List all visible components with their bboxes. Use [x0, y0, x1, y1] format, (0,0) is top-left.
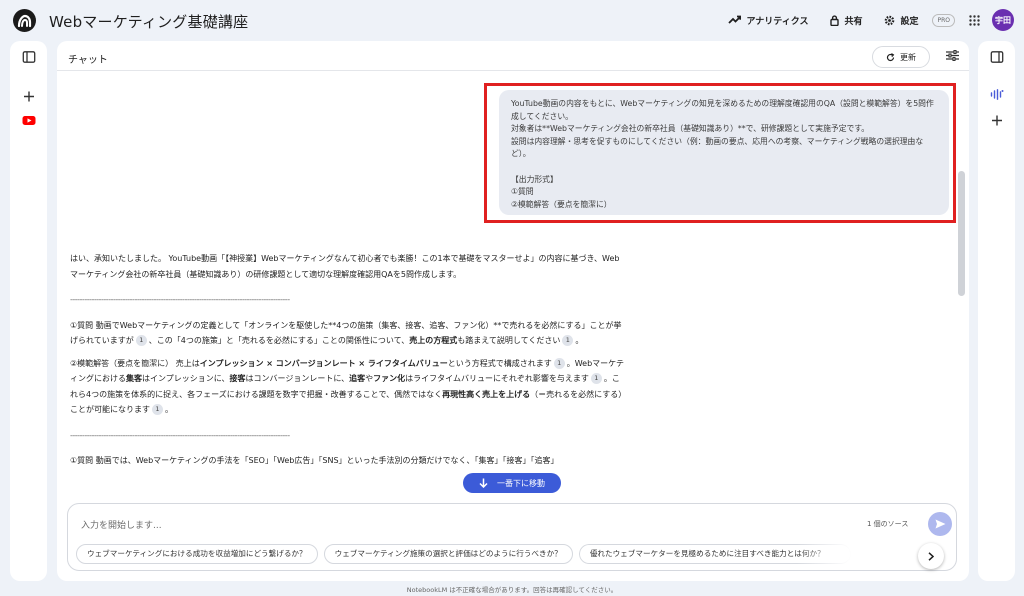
q1-text: 、この「4つの施策」と「売れるを必然にする」ことの関係性について、: [148, 336, 410, 345]
a1-bold: 集客: [126, 374, 142, 383]
trending-up-icon: [728, 15, 742, 24]
answer-intro: はい、承知いたしました。 YouTube動画「【神授業】Webマーケティングなん…: [70, 254, 620, 279]
suggestion-chip[interactable]: ウェブマーケティング施策の選択と評価はどのように行うべきか？: [323, 544, 573, 564]
panel-toggle-right-icon[interactable]: [990, 51, 1003, 63]
citation-chip[interactable]: 1: [553, 357, 565, 369]
a1-text: はライフタイムバリューにそれぞれ影響を与えます: [405, 374, 589, 383]
tune-settings-icon[interactable]: [946, 50, 959, 61]
chat-input[interactable]: 入力を開始します...: [81, 518, 162, 531]
sources-panel-collapsed: [10, 41, 47, 581]
a1-bold: ファン化: [373, 374, 406, 383]
disclaimer-footer: NotebookLM は不正確な場合があります。回答は再確認してください。: [406, 586, 618, 594]
settings-label: 設定: [900, 16, 919, 27]
q1-text: も踏まえて説明してください: [457, 336, 561, 345]
analytics-button[interactable]: アナリティクス: [728, 14, 808, 27]
suggestion-chip[interactable]: 優れたウェブマーケターを見極めるために注目すべき能力とは何か？: [578, 544, 851, 564]
add-source-icon[interactable]: [23, 91, 34, 102]
share-button[interactable]: 共有: [830, 14, 862, 27]
a1-bold: 接客: [229, 374, 246, 383]
studio-panel-collapsed: [978, 41, 1015, 581]
question-1: ①質問 動画でWebマーケティングの定義として「オンラインを駆使した**4つの施…: [70, 320, 622, 346]
lock-icon: [830, 14, 840, 26]
a1-text: という方程式で構成されます: [447, 358, 552, 368]
share-label: 共有: [844, 16, 863, 27]
youtube-source-icon[interactable]: [22, 116, 35, 125]
top-bar: Webマーケティング基礎講座 アナリティクス 共有 設定 PRO 宇田: [0, 0, 1024, 40]
send-button[interactable]: [928, 512, 952, 536]
citation-chip[interactable]: 1: [135, 335, 147, 346]
answer-divider: ----------------------------------------…: [70, 430, 290, 440]
chevron-right-icon: [928, 551, 934, 561]
citation-chip[interactable]: 1: [590, 373, 602, 384]
q1-bold: 売上の方程式: [409, 336, 458, 345]
answer-1: ②模範解答（要点を簡潔に） 売上はインプレッション × コンバージョンレート ×…: [70, 357, 624, 415]
refresh-label: 更新: [900, 52, 916, 62]
a1-bold: インプレッション × コンバージョンレート × ライフタイムバリュー: [199, 358, 448, 368]
account-avatar[interactable]: 宇田: [992, 9, 1014, 31]
source-count: 1 個のソース: [867, 520, 909, 528]
chat-scrollbar[interactable]: [958, 171, 965, 296]
chat-panel: チャット 更新 YouTube動画の内容をもとに、Webマーケティングの知見を深…: [57, 41, 969, 581]
pro-badge: PRO: [932, 13, 955, 27]
citation-chip[interactable]: 1: [152, 404, 163, 415]
audio-overview-icon[interactable]: [990, 89, 1003, 100]
a1-text: ②模範解答（要点を簡潔に） 売上は: [70, 358, 200, 368]
settings-button[interactable]: 設定: [884, 14, 918, 27]
chat-title: チャット: [68, 55, 108, 66]
refresh-icon: [886, 52, 895, 61]
answer-divider: ----------------------------------------…: [70, 295, 290, 304]
citation-chip[interactable]: 1: [562, 335, 574, 346]
send-icon: [935, 519, 945, 529]
suggestion-chip[interactable]: ウェブマーケティングにおける成功を収益増加にどう繋げるか？: [76, 544, 318, 564]
notebooklm-logo-icon[interactable]: [13, 9, 36, 32]
question-2: ①質問 動画では、Webマーケティングの手法を「SEO」「Web広告」「SNS」…: [70, 456, 559, 465]
top-actions: アナリティクス 共有 設定 PRO 宇田: [706, 8, 1014, 32]
suggestions-next-button[interactable]: [918, 543, 944, 569]
notebook-title[interactable]: Webマーケティング基礎講座: [49, 11, 248, 32]
a1-bold: 再現性高く売上を上げる: [442, 389, 531, 399]
scroll-to-bottom-label: 一番下に移動: [497, 478, 545, 488]
a1-bold: 追客: [349, 374, 366, 383]
chat-composer: 入力を開始します... 1 個のソース ウェブマーケティングにおける成功を収益増…: [67, 503, 957, 571]
a1-text: や: [365, 374, 374, 383]
refresh-button[interactable]: 更新: [872, 46, 930, 68]
a1-text: はコンバージョンレートに、: [245, 374, 350, 383]
add-note-icon[interactable]: [991, 115, 1002, 126]
chat-header: チャット 更新: [57, 41, 969, 71]
scroll-to-bottom-button[interactable]: 一番下に移動: [463, 473, 561, 493]
assistant-answer: はい、承知いたしました。 YouTube動画「【神授業】Webマーケティングなん…: [70, 251, 626, 476]
highlight-annotation-frame: [484, 83, 956, 223]
arrow-down-icon: [479, 478, 488, 488]
suggested-questions: ウェブマーケティングにおける成功を収益増加にどう繋げるか？ ウェブマーケティング…: [76, 544, 936, 566]
apps-grid-icon[interactable]: [969, 14, 980, 26]
panel-toggle-left-icon[interactable]: [22, 51, 35, 63]
a1-text: はインプレッションに、: [142, 374, 230, 383]
gear-icon: [885, 15, 895, 25]
analytics-label: アナリティクス: [746, 16, 809, 27]
